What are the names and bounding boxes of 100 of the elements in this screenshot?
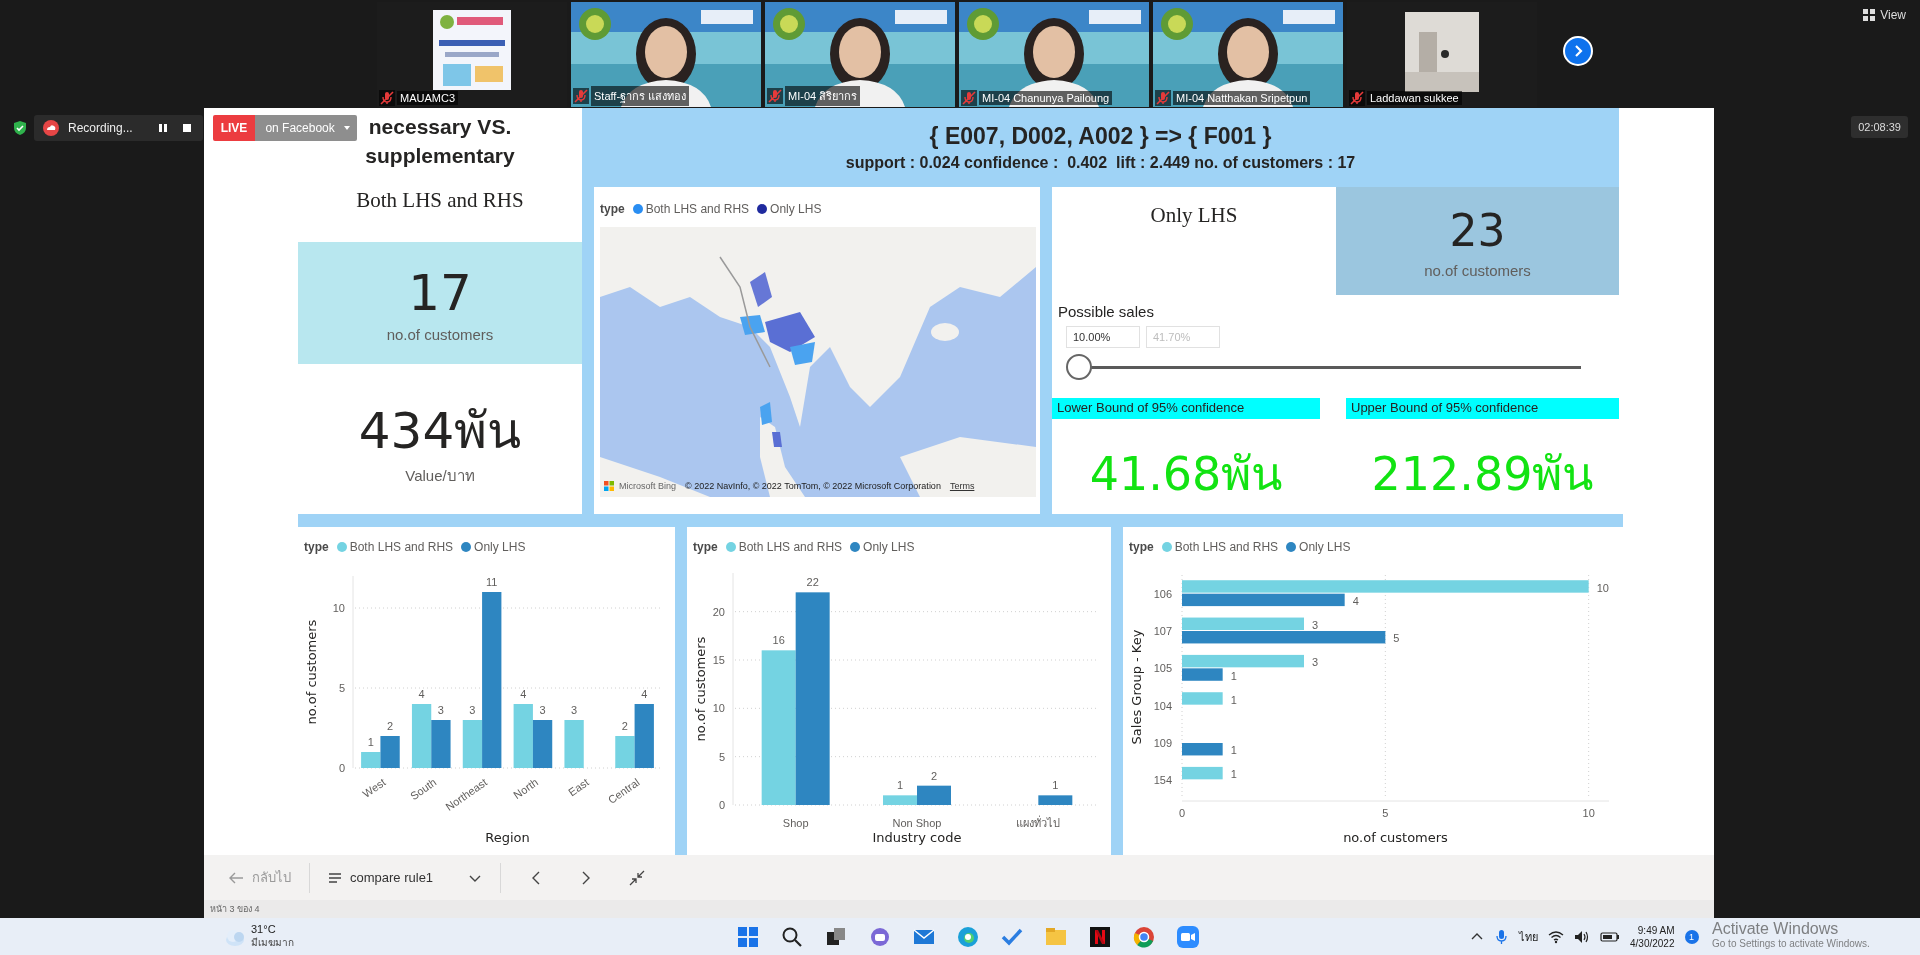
kpi-label: no.of customers (1424, 261, 1531, 279)
temperature: 31°C (251, 923, 277, 935)
kpi-label: no.of customers (386, 325, 494, 343)
axis-label: 104 (1153, 699, 1172, 712)
participant-name: MI-04 สิริยากร (785, 86, 861, 106)
data-label: 5 (1393, 632, 1400, 645)
activation-notice-title: Activate Windows (1712, 920, 1840, 938)
slider-thumb[interactable] (1066, 354, 1092, 380)
legend-label: Both LHS and RHS (1174, 540, 1279, 554)
participant-name: MI-04 Chanunya Pailoung (979, 91, 1113, 105)
data-label: 1 (896, 779, 904, 792)
legend-title: type (304, 540, 329, 554)
terms-link[interactable]: Terms (949, 481, 975, 491)
axis-label: 154 (1153, 774, 1172, 787)
participant-name: Laddawan sukkee (1367, 91, 1462, 105)
grid-icon[interactable] (736, 924, 760, 949)
participant-name: Staff-ฐากร แสงทอง (591, 86, 690, 106)
data-label: 2 (387, 720, 394, 732)
legend-label: Only LHS (770, 202, 822, 216)
wifi-icon[interactable] (1548, 929, 1564, 944)
cloud-icon (42, 119, 60, 137)
axis-label: 10 (712, 702, 725, 715)
legend-label: Only LHS (474, 540, 526, 554)
weather-condition: มีเมฆมาก (251, 936, 294, 950)
view-button[interactable]: View (1858, 6, 1910, 24)
legend-label: Both LHS and RHS (349, 540, 454, 554)
data-label: 1 (1230, 768, 1237, 781)
clock-time[interactable]: 9:49 AM (1637, 923, 1675, 937)
data-label: 3 (1312, 656, 1319, 669)
notification-badge[interactable]: 1 (1684, 929, 1699, 944)
data-label: 3 (469, 704, 476, 716)
bound-label: Lower Bound of 95% confidence (1052, 398, 1320, 419)
bar (513, 704, 533, 768)
browser-icon[interactable] (1132, 924, 1156, 949)
grid-icon (1862, 8, 1877, 22)
legend-title: type (1129, 540, 1154, 554)
axis-label: 10 (332, 602, 345, 614)
data-label: 1 (1052, 779, 1059, 792)
legend-label: Both LHS and RHS (738, 540, 843, 554)
axis-title: no.of customers (304, 619, 319, 725)
kpi-value: 23 (1449, 203, 1506, 258)
data-label: 1 (1230, 693, 1237, 706)
next-page-button[interactable] (1563, 36, 1593, 66)
bar (1182, 743, 1223, 756)
axis-title: Region (485, 830, 530, 845)
axis-title: no.of customers (693, 636, 708, 742)
axis-label: 109 (1153, 737, 1172, 749)
data-label: 1 (367, 736, 374, 748)
browser-icon[interactable] (956, 924, 980, 949)
axis-label: 105 (1153, 662, 1172, 675)
kpi-value: 17 (408, 263, 472, 322)
axis-label: 5 (338, 682, 345, 694)
panel-heading: Only LHS (1149, 202, 1239, 229)
input-field[interactable]: 10.00% (1066, 326, 1140, 348)
legend-label: Only LHS (1299, 540, 1351, 554)
shield-icon (12, 120, 28, 136)
bound-value: 212.89พัน (1370, 446, 1595, 503)
microphone-icon[interactable] (1494, 928, 1509, 945)
elapsed-timer: 02:08:39 (1851, 116, 1908, 138)
bar (564, 720, 584, 768)
input-field[interactable]: 41.70% (1146, 326, 1220, 348)
input-language[interactable]: ไทย (1519, 927, 1538, 946)
live-badge: LIVE (212, 115, 256, 141)
app-tile-icon[interactable] (1088, 924, 1112, 949)
bar (1182, 766, 1223, 780)
data-label: 10 (1596, 581, 1609, 594)
rule-metrics: support : 0.024 confidence : 0.402 lift : 2.449 no. of customers : 17 (845, 154, 1356, 172)
data-label: 3 (539, 704, 546, 716)
participant-name: MAUAMC3 (397, 91, 458, 105)
page-dropdown[interactable]: compare rule1 (316, 859, 494, 896)
recording-status: Recording... (68, 121, 133, 135)
collapse-icon (629, 869, 645, 886)
data-label: 4 (418, 688, 425, 700)
axis-label: East (566, 775, 591, 799)
axis-label: 20 (712, 605, 725, 618)
data-label: 16 (772, 634, 785, 647)
kpi-label: Value/บาท (405, 466, 475, 486)
legend-title: type (693, 540, 718, 554)
pause-icon (156, 122, 169, 134)
video-camera-icon[interactable] (1176, 924, 1200, 949)
map-brand: Microsoft Bing (619, 481, 677, 491)
data-label: 3 (1312, 619, 1319, 631)
data-label: 1 (1230, 669, 1237, 682)
panel-heading: Both LHS and RHS (356, 188, 524, 213)
clock-date[interactable]: 4/30/2022 (1630, 936, 1675, 950)
data-label: 2 (621, 720, 628, 732)
four-squares-icon (604, 481, 614, 491)
slider-track[interactable] (1066, 354, 1581, 382)
page-indicator: หน้า 3 ของ 4 (210, 903, 260, 916)
axis-label: Non Shop (892, 817, 942, 829)
legend-label: Only LHS (863, 540, 915, 554)
slider-label: Possible sales (1058, 303, 1155, 320)
data-label: 2 (930, 769, 938, 782)
data-label: 11 (486, 576, 498, 588)
axis-title: no.of customers (1343, 830, 1448, 845)
axis-label: Shop (782, 817, 809, 829)
axis-title: Sales Group - Key (1129, 629, 1144, 745)
legend-title: type (600, 202, 625, 216)
bar (1038, 795, 1073, 805)
data-label: 3 (437, 704, 444, 716)
